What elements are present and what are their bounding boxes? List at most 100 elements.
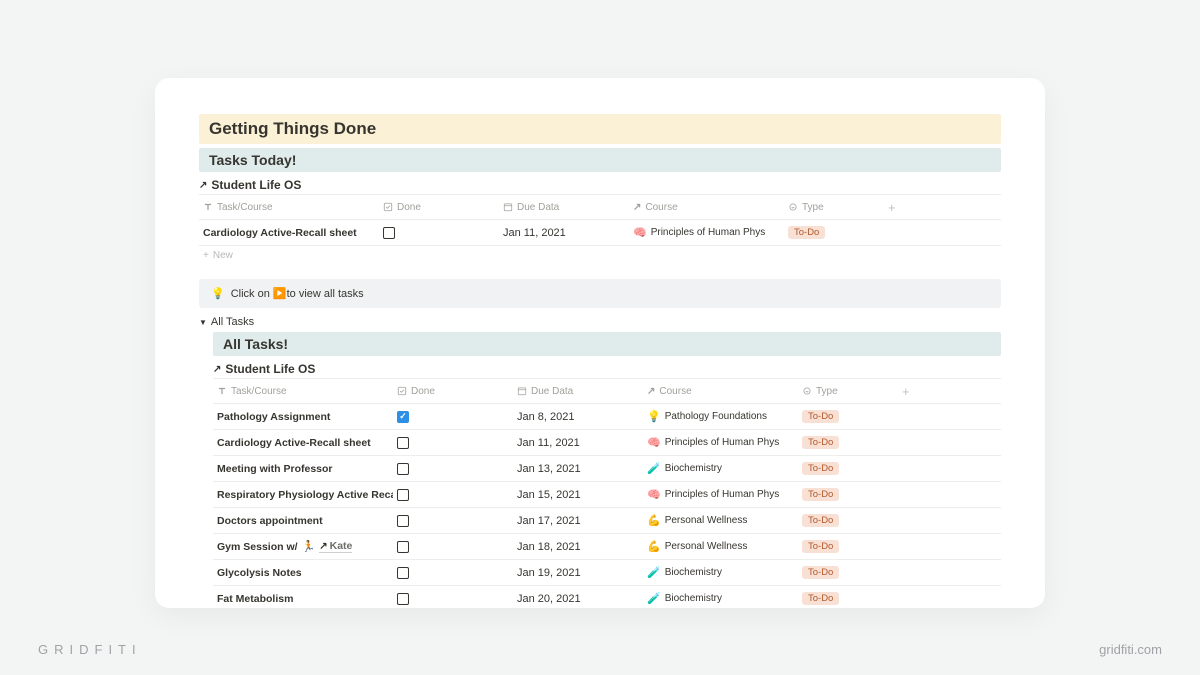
col-due[interactable]: Due Data bbox=[513, 386, 643, 397]
table-row[interactable]: Fat Metabolism Jan 20, 2021🧪BiochemistryT… bbox=[213, 586, 1001, 608]
cell-course[interactable]: 🧪Biochemistry bbox=[643, 592, 798, 605]
cell-type[interactable]: To-Do bbox=[784, 226, 884, 239]
cell-type[interactable]: To-Do bbox=[798, 488, 898, 501]
table-row[interactable]: Cardiology Active-Recall sheet Jan 11, 20… bbox=[213, 430, 1001, 456]
cell-done[interactable] bbox=[393, 411, 513, 423]
cell-type[interactable]: To-Do bbox=[798, 592, 898, 605]
bulb-icon: 💡 bbox=[211, 287, 225, 300]
cell-course[interactable]: 🧪Biochemistry bbox=[643, 462, 798, 475]
table-row[interactable]: Glycolysis Notes Jan 19, 2021🧪Biochemistr… bbox=[213, 560, 1001, 586]
cell-due[interactable]: Jan 20, 2021 bbox=[513, 593, 643, 605]
cell-course[interactable]: 🧠Principles of Human Phys bbox=[643, 436, 798, 449]
checkbox-icon bbox=[383, 202, 393, 212]
db-link-label: Student Life OS bbox=[211, 178, 301, 192]
cell-done[interactable] bbox=[393, 489, 513, 501]
cell-done[interactable] bbox=[393, 541, 513, 553]
cell-type[interactable]: To-Do bbox=[798, 436, 898, 449]
cell-course[interactable]: 🧠Principles of Human Phys bbox=[643, 488, 798, 501]
toggle-all-tasks[interactable]: ▼ All Tasks bbox=[199, 316, 1001, 328]
cell-task[interactable]: Meeting with Professor bbox=[213, 463, 393, 475]
col-add[interactable]: + bbox=[898, 384, 928, 399]
play-icon: ▶️ bbox=[273, 288, 287, 300]
cell-task[interactable]: Respiratory Physiology Active Recall bbox=[213, 489, 393, 501]
new-row[interactable]: + New bbox=[199, 246, 1001, 265]
col-done[interactable]: Done bbox=[393, 386, 513, 397]
col-done[interactable]: Done bbox=[379, 202, 499, 213]
checkbox[interactable] bbox=[397, 515, 409, 527]
cell-done[interactable] bbox=[393, 593, 513, 605]
checkbox[interactable] bbox=[397, 463, 409, 475]
course-emoji-icon: 💡 bbox=[647, 410, 661, 423]
col-add[interactable]: + bbox=[884, 200, 914, 215]
cell-done[interactable] bbox=[379, 227, 499, 239]
cell-course[interactable]: 🧠Principles of Human Phys bbox=[629, 226, 784, 239]
cell-task[interactable]: Pathology Assignment bbox=[213, 411, 393, 423]
cell-due[interactable]: Jan 11, 2021 bbox=[499, 227, 629, 239]
type-tag: To-Do bbox=[802, 514, 839, 527]
cell-done[interactable] bbox=[393, 463, 513, 475]
cell-course[interactable]: 💪Personal Wellness bbox=[643, 514, 798, 527]
cell-due[interactable]: Jan 8, 2021 bbox=[513, 411, 643, 423]
col-task[interactable]: Task/Course bbox=[213, 386, 393, 397]
section-tasks-today-title: Tasks Today! bbox=[199, 148, 1001, 172]
cell-task[interactable]: Cardiology Active-Recall sheet bbox=[199, 227, 379, 239]
cell-type[interactable]: To-Do bbox=[798, 540, 898, 553]
col-type[interactable]: Type bbox=[784, 202, 884, 213]
cell-course[interactable]: 💡Pathology Foundations bbox=[643, 410, 798, 423]
table-row[interactable]: Respiratory Physiology Active Recall Jan … bbox=[213, 482, 1001, 508]
table-row[interactable]: Doctors appointment Jan 17, 2021💪Personal… bbox=[213, 508, 1001, 534]
checkbox[interactable] bbox=[397, 593, 409, 605]
col-type[interactable]: Type bbox=[798, 386, 898, 397]
db-link-all-tasks[interactable]: ↗ Student Life OS bbox=[213, 362, 1001, 376]
table-row[interactable]: Pathology Assignment Jan 8, 2021💡Patholog… bbox=[213, 404, 1001, 430]
table-row[interactable]: Meeting with Professor Jan 13, 2021🧪Bioch… bbox=[213, 456, 1001, 482]
cell-course[interactable]: 💪Personal Wellness bbox=[643, 540, 798, 553]
type-tag: To-Do bbox=[802, 540, 839, 553]
col-course[interactable]: ↗ Course bbox=[643, 386, 798, 397]
cell-task[interactable]: Fat Metabolism bbox=[213, 593, 393, 605]
cell-course[interactable]: 🧪Biochemistry bbox=[643, 566, 798, 579]
checkbox[interactable] bbox=[397, 411, 409, 423]
cell-due[interactable]: Jan 15, 2021 bbox=[513, 489, 643, 501]
cell-task[interactable]: Gym Session w/ 🏃↗Kate bbox=[213, 540, 393, 553]
type-tag: To-Do bbox=[802, 488, 839, 501]
cell-done[interactable] bbox=[393, 567, 513, 579]
col-task[interactable]: Task/Course bbox=[199, 202, 379, 213]
course-emoji-icon: 🧠 bbox=[647, 436, 661, 449]
toggle-triangle-icon: ▼ bbox=[199, 318, 207, 327]
text-icon bbox=[217, 386, 227, 396]
checkbox[interactable] bbox=[397, 541, 409, 553]
course-emoji-icon: 🧠 bbox=[633, 226, 647, 239]
cell-due[interactable]: Jan 13, 2021 bbox=[513, 463, 643, 475]
checkbox[interactable] bbox=[397, 567, 409, 579]
db-link-tasks-today[interactable]: ↗ Student Life OS bbox=[199, 178, 1001, 192]
section-all-tasks-title: All Tasks! bbox=[213, 332, 1001, 356]
checkbox[interactable] bbox=[397, 437, 409, 449]
checkbox[interactable] bbox=[383, 227, 395, 239]
cell-type[interactable]: To-Do bbox=[798, 566, 898, 579]
db-link-label: Student Life OS bbox=[225, 362, 315, 376]
course-emoji-icon: 🧪 bbox=[647, 566, 661, 579]
table-row[interactable]: Cardiology Active-Recall sheet Jan 11, 20… bbox=[199, 220, 1001, 246]
cell-due[interactable]: Jan 18, 2021 bbox=[513, 541, 643, 553]
cell-done[interactable] bbox=[393, 515, 513, 527]
cell-done[interactable] bbox=[393, 437, 513, 449]
checkbox[interactable] bbox=[397, 489, 409, 501]
callout-view-all: 💡 Click on ▶️to view all tasks bbox=[199, 279, 1001, 308]
cell-task[interactable]: Glycolysis Notes bbox=[213, 567, 393, 579]
tasks-today-table: Task/Course Done Due Data ↗ Course Type … bbox=[199, 194, 1001, 265]
calendar-icon bbox=[517, 386, 527, 396]
col-course[interactable]: ↗ Course bbox=[629, 202, 784, 213]
toggle-label: All Tasks bbox=[211, 316, 254, 328]
cell-due[interactable]: Jan 11, 2021 bbox=[513, 437, 643, 449]
inline-page-link[interactable]: ↗Kate bbox=[319, 540, 352, 553]
cell-due[interactable]: Jan 17, 2021 bbox=[513, 515, 643, 527]
col-due[interactable]: Due Data bbox=[499, 202, 629, 213]
cell-task[interactable]: Cardiology Active-Recall sheet bbox=[213, 437, 393, 449]
cell-type[interactable]: To-Do bbox=[798, 514, 898, 527]
cell-type[interactable]: To-Do bbox=[798, 462, 898, 475]
table-row[interactable]: Gym Session w/ 🏃↗Kate Jan 18, 2021💪Person… bbox=[213, 534, 1001, 560]
cell-type[interactable]: To-Do bbox=[798, 410, 898, 423]
cell-task[interactable]: Doctors appointment bbox=[213, 515, 393, 527]
cell-due[interactable]: Jan 19, 2021 bbox=[513, 567, 643, 579]
